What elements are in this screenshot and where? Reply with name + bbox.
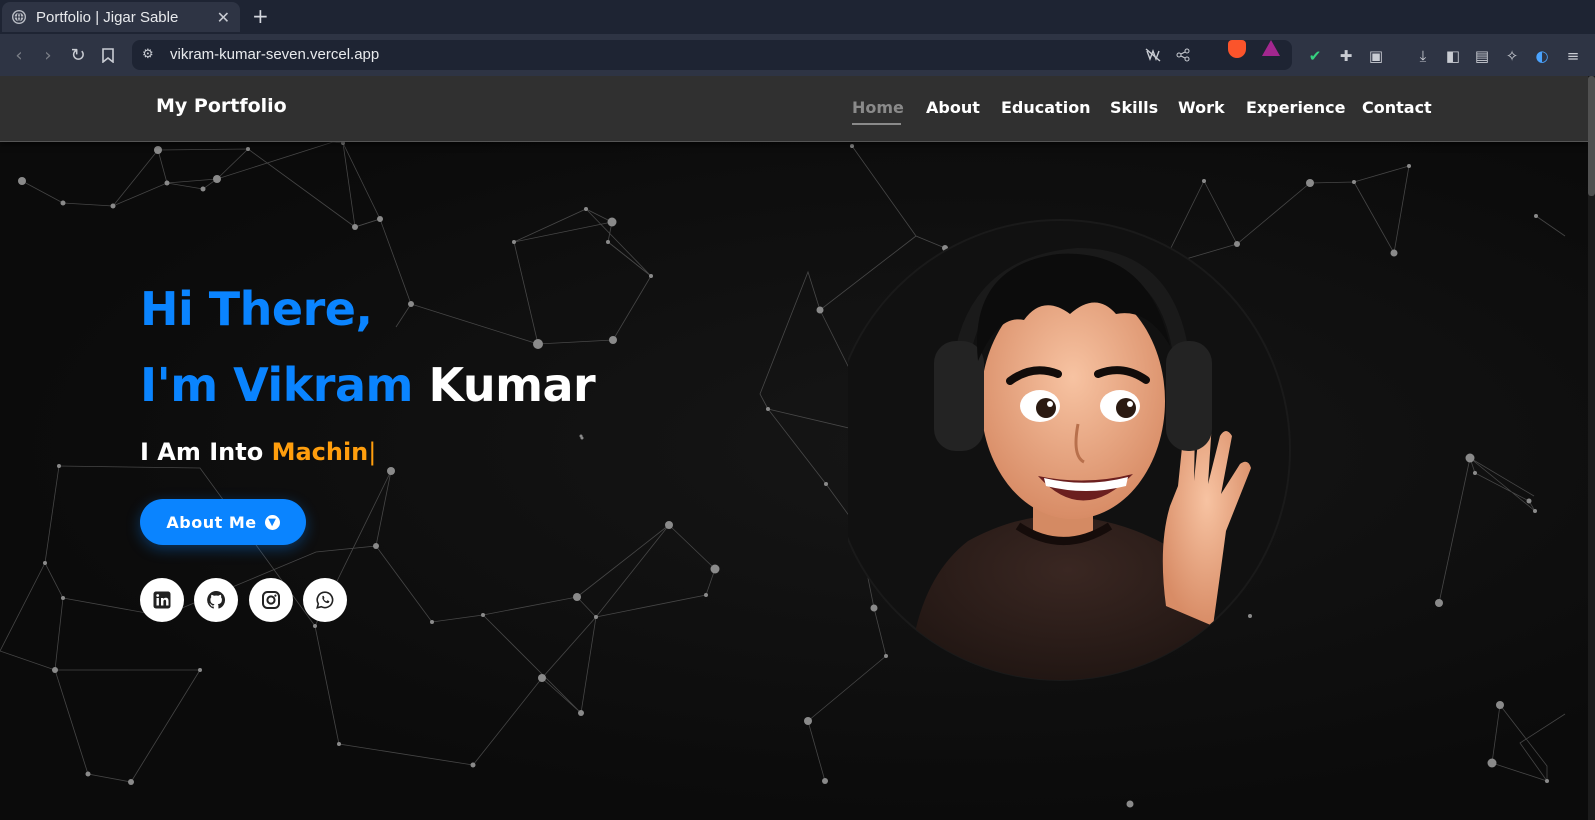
vpn-icon[interactable]: ◐ [1533, 47, 1551, 65]
hero-name-first: I'm Vikram [140, 358, 413, 412]
nav-experience[interactable]: Experience [1246, 98, 1346, 117]
arrow-circle-down-icon: ▼ [264, 514, 280, 530]
nav-skills[interactable]: Skills [1110, 98, 1158, 117]
site-logo[interactable]: My Portfolio [156, 95, 287, 117]
brave-rewards-icon[interactable] [1262, 40, 1280, 56]
nav-about[interactable]: About [926, 98, 980, 117]
nav-active-indicator [852, 123, 901, 125]
avatar-illustration [829, 196, 1312, 696]
download-icon[interactable]: ⤓ [1414, 47, 1432, 65]
bookmark-icon[interactable] [96, 43, 120, 67]
nav-work[interactable]: Work [1178, 98, 1225, 117]
nav-home[interactable]: Home [852, 98, 904, 117]
tab-title: Portfolio | Jigar Sable [36, 8, 179, 26]
about-me-button[interactable]: About Me ▼ [140, 499, 306, 545]
back-icon[interactable]: ‹ [7, 43, 31, 67]
address-bar[interactable]: ⚙ vikram-kumar-seven.vercel.app [132, 40, 1292, 70]
close-tab-icon[interactable]: ✕ [217, 8, 230, 27]
hero-greeting: Hi There, [140, 282, 373, 336]
brave-shields-icon[interactable] [1228, 40, 1246, 58]
forward-icon[interactable]: › [36, 43, 60, 67]
instagram-button[interactable] [249, 578, 293, 622]
share-icon[interactable] [1174, 46, 1192, 64]
site-header: My Portfolio Home About Education Skills… [0, 76, 1588, 142]
browser-tabstrip: Portfolio | Jigar Sable ✕ + [0, 0, 1595, 34]
about-me-label: About Me [166, 512, 257, 532]
hero-name-last: Kumar [428, 358, 596, 412]
site-info-icon[interactable]: ⚙ [142, 47, 154, 62]
nav-contact[interactable]: Contact [1362, 98, 1432, 117]
whatsapp-icon [316, 591, 334, 609]
scrollbar-thumb[interactable] [1588, 76, 1595, 196]
browser-tab[interactable]: Portfolio | Jigar Sable ✕ [2, 2, 240, 32]
leo-ai-icon[interactable]: ✧ [1503, 47, 1521, 65]
extensions-puzzle-icon[interactable]: ✚ [1337, 47, 1355, 65]
page-scrollbar[interactable] [1588, 76, 1595, 820]
new-tab-icon[interactable]: + [252, 4, 269, 28]
instagram-icon [262, 591, 280, 609]
hero-intro: I'm Vikram Kumar [140, 358, 596, 412]
browser-toolbar: ‹ › ↻ ⚙ vikram-kumar-seven.vercel.app ✔ … [0, 34, 1595, 76]
nav-education[interactable]: Education [1001, 98, 1091, 117]
github-icon [207, 590, 226, 609]
wallet-icon[interactable]: ▤ [1473, 47, 1491, 65]
screenshot-icon[interactable]: ▣ [1367, 47, 1385, 65]
extension-icon[interactable]: ✔ [1306, 47, 1324, 65]
whatsapp-button[interactable] [303, 578, 347, 622]
reload-icon[interactable]: ↻ [66, 43, 90, 67]
hero-sub-prefix: I Am Into [140, 438, 264, 466]
url-text: vikram-kumar-seven.vercel.app [170, 46, 380, 63]
reader-off-icon[interactable] [1144, 46, 1162, 64]
typed-text: Machin [271, 438, 369, 466]
globe-icon [12, 10, 26, 24]
menu-icon[interactable]: ≡ [1564, 47, 1582, 65]
sidebar-icon[interactable]: ◧ [1444, 47, 1462, 65]
github-button[interactable] [194, 578, 238, 622]
linkedin-button[interactable] [140, 578, 184, 622]
page-viewport: My Portfolio Home About Education Skills… [0, 76, 1595, 820]
typed-cursor: | [368, 438, 377, 466]
linkedin-icon [153, 591, 171, 609]
hero-subtitle: I Am Into Machin| [140, 438, 376, 466]
